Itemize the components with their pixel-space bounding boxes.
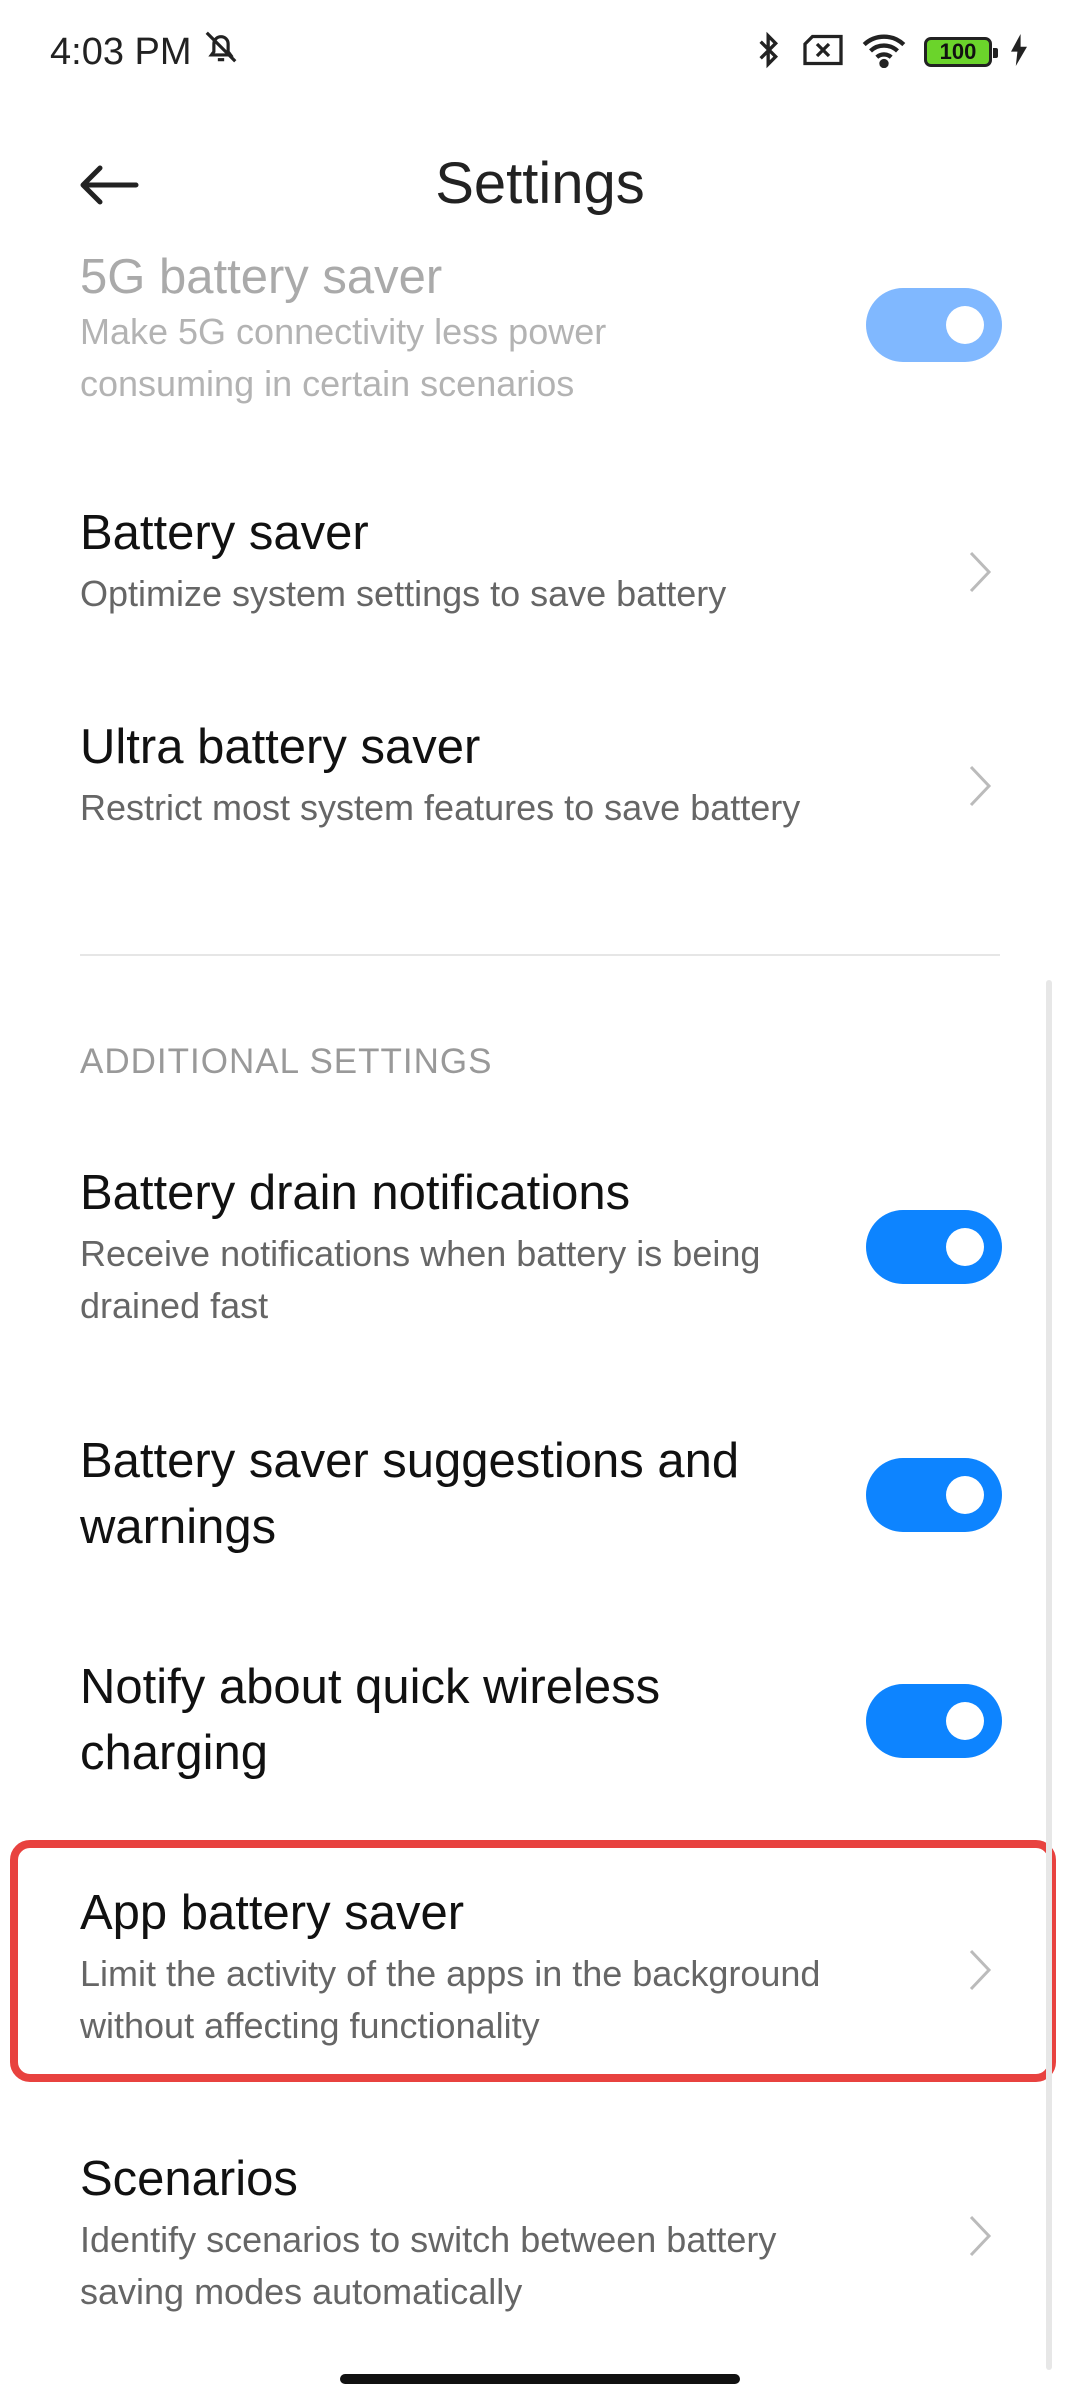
status-time: 4:03 PM [50,30,192,73]
item-title: Scenarios [80,2152,298,2206]
no-sim-icon [802,33,844,72]
section-divider [80,954,1000,956]
toggle-5g-battery-saver[interactable] [866,288,1002,362]
item-battery-saver-suggestions[interactable]: Battery saver suggestions and warnings [0,1428,1080,1588]
item-title: Battery drain notifications [80,1166,631,1220]
wifi-icon [862,32,906,73]
charging-icon [1010,33,1028,71]
screen: 4:03 PM 100 Settings 5G battery saver Ma… [0,0,1080,2400]
item-ultra-battery-saver[interactable]: Ultra battery saver Restrict most system… [0,714,1080,864]
item-subtitle: Receive notifications when battery is be… [80,1233,761,1326]
toggle-quick-wireless-charging[interactable] [866,1684,1002,1758]
item-scenarios[interactable]: Scenarios Identify scenarios to switch b… [0,2146,1080,2346]
item-subtitle: Optimize system settings to save battery [80,573,727,614]
mute-bell-icon [202,28,240,76]
chevron-right-icon [960,758,1000,814]
item-title: Battery saver suggestions and warnings [80,1434,740,1554]
item-title: Notify about quick wireless charging [80,1660,661,1780]
item-subtitle: Restrict most system features to save ba… [80,787,801,828]
status-bar: 4:03 PM 100 [0,0,1080,104]
item-battery-saver[interactable]: Battery saver Optimize system settings t… [0,500,1080,650]
item-title: Battery saver [80,506,369,560]
status-right: 100 [754,30,1028,75]
header: Settings [0,120,1080,250]
battery-level: 100 [939,39,977,64]
item-subtitle: Make 5G connectivity less power consumin… [80,311,607,404]
page-title: Settings [435,151,645,216]
item-title: Ultra battery saver [80,720,481,774]
item-battery-drain-notifications[interactable]: Battery drain notifications Receive noti… [0,1160,1080,1360]
highlight-box [10,1840,1056,2082]
bluetooth-icon [754,30,784,75]
home-indicator[interactable] [340,2374,740,2384]
toggle-knob [946,306,984,344]
toggle-battery-drain-notifications[interactable] [866,1210,1002,1284]
chevron-right-icon [960,2208,1000,2264]
section-label: ADDITIONAL SETTINGS [80,1042,493,1081]
battery-icon: 100 [924,37,998,67]
item-quick-wireless-charging[interactable]: Notify about quick wireless charging [0,1654,1080,1814]
scrollbar[interactable] [1046,980,1052,2370]
toggle-battery-saver-suggestions[interactable] [866,1458,1002,1532]
toggle-knob [946,1702,984,1740]
toggle-knob [946,1476,984,1514]
toggle-knob [946,1228,984,1266]
chevron-right-icon [960,544,1000,600]
status-left: 4:03 PM [50,28,240,76]
item-subtitle: Identify scenarios to switch between bat… [80,2219,777,2312]
item-5g-battery-saver[interactable]: 5G battery saver Make 5G connectivity le… [0,240,1080,420]
item-title: 5G battery saver [80,250,443,304]
